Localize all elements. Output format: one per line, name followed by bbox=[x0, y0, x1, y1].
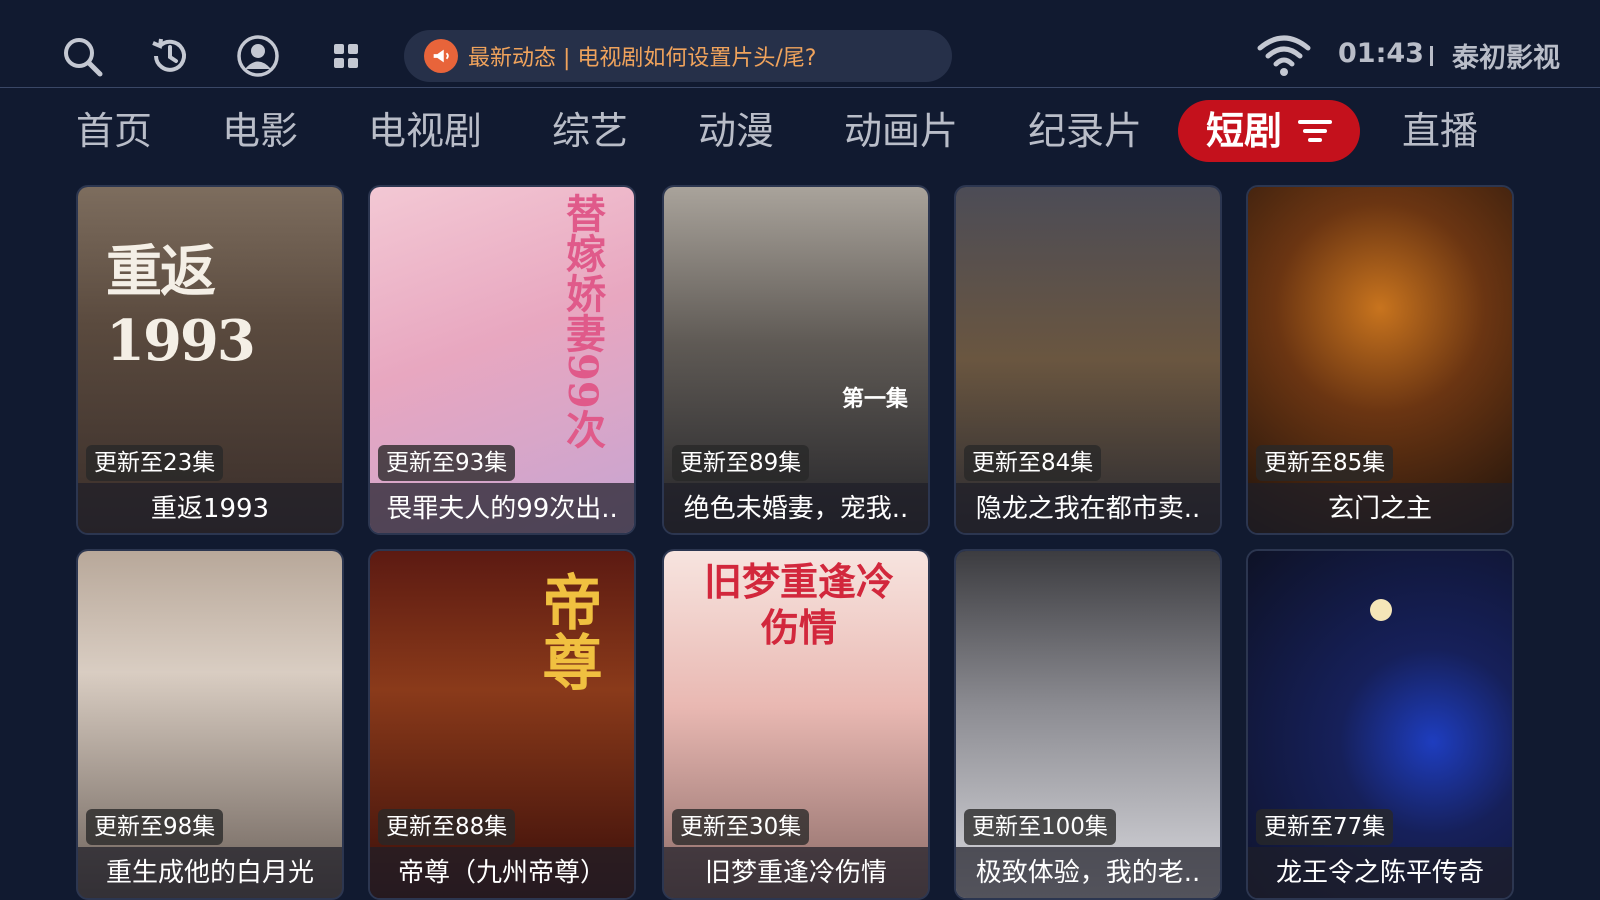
poster-image bbox=[1248, 187, 1512, 533]
episode-badge: 更新至77集 bbox=[1256, 809, 1394, 845]
tab-variety[interactable]: 综艺 bbox=[552, 100, 628, 162]
drama-card[interactable]: 更新至98集 重生成他的白月光 bbox=[76, 549, 344, 900]
drama-title: 绝色未婚妻，宠我.. bbox=[664, 483, 928, 533]
clock: 01:43 bbox=[1338, 38, 1424, 69]
notice-bar[interactable]: 最新动态 | 电视剧如何设置片头/尾? bbox=[404, 30, 952, 82]
history-icon[interactable] bbox=[146, 32, 194, 80]
poster-title-art: 帝尊 bbox=[532, 571, 602, 691]
drama-title: 旧梦重逢冷伤情 bbox=[664, 847, 928, 898]
drama-title: 重生成他的白月光 bbox=[78, 847, 342, 898]
category-nav: 首页 电影 电视剧 综艺 动漫 动画片 纪录片 短剧 直播 bbox=[0, 96, 1600, 166]
poster-image bbox=[78, 551, 342, 898]
top-bar: 最新动态 | 电视剧如何设置片头/尾? 01:43 泰初影视 bbox=[0, 0, 1600, 88]
poster-title-art: 重返1993 bbox=[106, 239, 256, 374]
tab-live[interactable]: 直播 bbox=[1402, 100, 1478, 162]
episode-badge: 更新至98集 bbox=[86, 809, 224, 845]
light-spot bbox=[1370, 599, 1392, 621]
drama-title: 龙王令之陈平传奇 bbox=[1248, 847, 1512, 898]
poster-title-art: 替嫁娇妻99次 bbox=[559, 193, 606, 449]
tab-home[interactable]: 首页 bbox=[76, 100, 152, 162]
poster-image bbox=[956, 187, 1220, 533]
poster-title-art: 旧梦重逢冷伤情 bbox=[704, 559, 895, 650]
drama-card[interactable]: 替嫁娇妻99次 更新至93集 畏罪夫人的99次出.. bbox=[368, 185, 636, 535]
app-name: 泰初影视 bbox=[1452, 43, 1560, 74]
episode-badge: 更新至89集 bbox=[672, 445, 810, 481]
tab-cartoons[interactable]: 动画片 bbox=[844, 100, 958, 162]
divider bbox=[1430, 46, 1433, 66]
drama-title: 重返1993 bbox=[78, 483, 342, 533]
filter-icon bbox=[1298, 120, 1333, 142]
search-icon[interactable] bbox=[58, 32, 106, 80]
episode-badge: 更新至84集 bbox=[964, 445, 1102, 481]
episode-badge: 更新至88集 bbox=[378, 809, 516, 845]
megaphone-icon bbox=[424, 39, 458, 73]
episode-badge: 更新至100集 bbox=[964, 809, 1116, 845]
notice-text: 最新动态 | 电视剧如何设置片头/尾? bbox=[468, 46, 817, 71]
apps-grid-icon[interactable] bbox=[322, 32, 370, 80]
wifi-icon bbox=[1257, 35, 1311, 76]
drama-card[interactable]: 第一集 更新至89集 绝色未婚妻，宠我.. bbox=[662, 185, 930, 535]
tab-short-drama-label: 短剧 bbox=[1206, 109, 1283, 153]
drama-title: 玄门之主 bbox=[1248, 483, 1512, 533]
drama-card[interactable]: 更新至100集 极致体验，我的老.. bbox=[954, 549, 1222, 900]
drama-card[interactable]: 帝尊 更新至88集 帝尊（九州帝尊） bbox=[368, 549, 636, 900]
drama-card[interactable]: 重返1993 更新至23集 重返1993 bbox=[76, 185, 344, 535]
poster-image bbox=[956, 551, 1220, 898]
tab-anime[interactable]: 动漫 bbox=[698, 100, 774, 162]
drama-card[interactable]: 旧梦重逢冷伤情 更新至30集 旧梦重逢冷伤情 bbox=[662, 549, 930, 900]
drama-title: 帝尊（九州帝尊） bbox=[370, 847, 634, 898]
poster-image bbox=[664, 187, 928, 533]
episode-badge: 更新至85集 bbox=[1256, 445, 1394, 481]
tab-documentary[interactable]: 纪录片 bbox=[1028, 100, 1142, 162]
episode-badge: 更新至30集 bbox=[672, 809, 810, 845]
tab-movies[interactable]: 电影 bbox=[222, 100, 298, 162]
episode-badge: 更新至93集 bbox=[378, 445, 516, 481]
drama-title: 隐龙之我在都市卖.. bbox=[956, 483, 1220, 533]
tab-tv-series[interactable]: 电视剧 bbox=[368, 100, 482, 162]
drama-card[interactable]: 更新至85集 玄门之主 bbox=[1246, 185, 1514, 535]
drama-card[interactable]: 更新至77集 龙王令之陈平传奇 bbox=[1246, 549, 1514, 900]
drama-title: 畏罪夫人的99次出.. bbox=[370, 483, 634, 533]
tab-short-drama[interactable]: 短剧 bbox=[1178, 100, 1361, 162]
episode-badge: 更新至23集 bbox=[86, 445, 224, 481]
user-icon[interactable] bbox=[234, 32, 282, 80]
poster-title-art: 第一集 bbox=[842, 386, 909, 412]
drama-title: 极致体验，我的老.. bbox=[956, 847, 1220, 898]
drama-card[interactable]: 更新至84集 隐龙之我在都市卖.. bbox=[954, 185, 1222, 535]
